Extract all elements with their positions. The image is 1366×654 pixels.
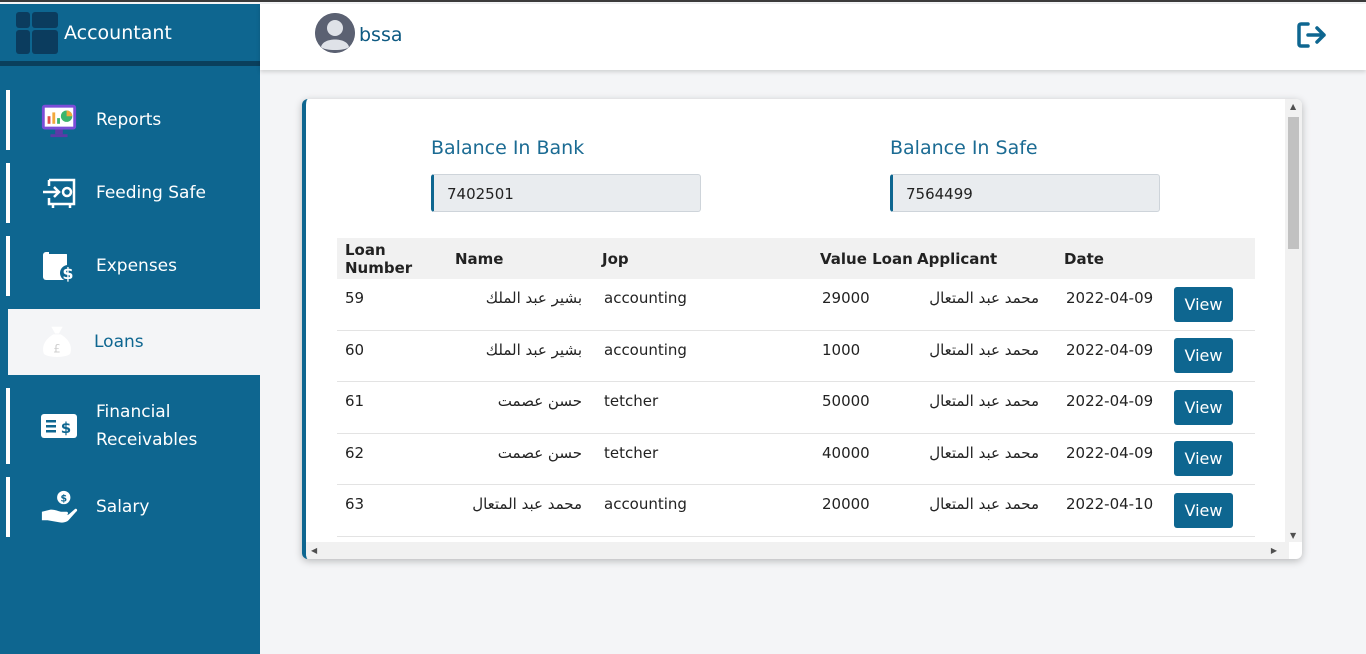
app-logo-icon <box>16 11 58 54</box>
loan-job: accounting <box>604 340 687 359</box>
reports-icon <box>40 101 78 139</box>
loan-applicant: محمد عبد المتعال <box>929 392 1039 411</box>
sidebar-item-label: Financial Receivables <box>96 402 198 450</box>
view-button[interactable]: View <box>1174 338 1233 374</box>
loan-number: 59 <box>345 289 365 308</box>
loans-table: Loan Number Name Jop Value Loan Applican… <box>337 238 1255 537</box>
sidebar-nav: Reports Feeding Safe $ Expenses £ Loans … <box>0 90 260 537</box>
view-button[interactable]: View <box>1174 441 1233 477</box>
loan-number: 61 <box>345 392 365 411</box>
view-button[interactable]: View <box>1174 492 1233 528</box>
loan-number: 63 <box>345 495 365 514</box>
balance-safe-label: Balance In Safe <box>890 137 1038 159</box>
sidebar-item-loans[interactable]: £ Loans <box>4 309 260 375</box>
loan-date: 2022-04-09 <box>1066 289 1154 308</box>
sidebar-item-label: Salary <box>96 497 150 517</box>
loan-value: 20000 <box>822 495 870 514</box>
sidebar-item-label: Feeding Safe <box>96 183 206 203</box>
loan-applicant: محمد عبد المتعال <box>929 289 1039 308</box>
loan-job: tetcher <box>604 443 659 462</box>
loans-card: Balance In Bank 7402501 Balance In Safe … <box>302 99 1302 559</box>
money-bag-icon: £ <box>38 323 76 361</box>
sidebar-item-salary[interactable]: $ Salary <box>6 477 260 537</box>
salary-hand-icon: $ <box>40 488 78 526</box>
loan-name: بشير عبد الملك <box>485 289 582 308</box>
loan-number: 62 <box>345 443 365 462</box>
table-row: 60 بشير عبد الملك accounting 1000 محمد ع… <box>337 331 1255 382</box>
column-header-date: Date <box>1064 249 1104 268</box>
avatar[interactable] <box>315 13 355 53</box>
logout-icon[interactable] <box>1296 21 1328 53</box>
loan-job: accounting <box>604 495 687 514</box>
balance-bank-field: 7402501 <box>431 174 701 212</box>
sidebar-item-label: Expenses <box>96 256 177 276</box>
vertical-scrollbar[interactable]: ▲ ▼ <box>1285 99 1302 542</box>
sidebar: Accountant Reports Feeding Safe $ Expens… <box>0 4 260 654</box>
sidebar-item-label: Reports <box>96 110 162 130</box>
loan-applicant: محمد عبد المتعال <box>929 340 1039 359</box>
scroll-up-icon[interactable]: ▲ <box>1290 102 1296 111</box>
table-header: Loan Number Name Jop Value Loan Applican… <box>337 238 1255 279</box>
table-row: 59 بشير عبد الملك accounting 29000 محمد … <box>337 279 1255 331</box>
loan-date: 2022-04-09 <box>1066 443 1154 462</box>
loan-date: 2022-04-09 <box>1066 340 1154 359</box>
loan-number: 60 <box>345 340 365 359</box>
sidebar-item-reports[interactable]: Reports <box>6 90 260 150</box>
sidebar-item-feeding-safe[interactable]: Feeding Safe <box>6 163 260 223</box>
receivables-icon: $ <box>40 407 78 445</box>
scroll-right-icon[interactable]: ▶ <box>1271 546 1277 555</box>
loan-name: محمد عبد المتعال <box>472 495 582 514</box>
safe-icon <box>40 174 78 212</box>
loan-value: 29000 <box>822 289 870 308</box>
balance-bank-label: Balance In Bank <box>431 137 585 159</box>
loan-job: tetcher <box>604 392 659 411</box>
svg-text:£: £ <box>53 341 60 355</box>
horizontal-scrollbar[interactable]: ◀ ▶ <box>306 542 1289 559</box>
loan-applicant: محمد عبد المتعال <box>929 443 1039 462</box>
sidebar-item-financial-receivables[interactable]: $ Financial Receivables <box>6 388 260 464</box>
column-header-loan-number: Loan Number <box>345 240 413 277</box>
svg-text:$: $ <box>60 493 67 504</box>
column-header-job: Jop <box>602 249 629 268</box>
table-row: 62 حسن عصمت tetcher 40000 محمد عبد المتع… <box>337 434 1255 485</box>
loan-date: 2022-04-09 <box>1066 392 1154 411</box>
svg-text:$: $ <box>62 264 73 283</box>
scrollbar-thumb[interactable] <box>1288 117 1299 249</box>
column-header-applicant: Applicant <box>917 249 998 268</box>
loan-value: 50000 <box>822 392 870 411</box>
app-title: Accountant <box>64 21 172 44</box>
scroll-down-icon[interactable]: ▼ <box>1290 531 1296 540</box>
sidebar-item-expenses[interactable]: $ Expenses <box>6 236 260 296</box>
loan-date: 2022-04-10 <box>1066 495 1154 514</box>
scroll-left-icon[interactable]: ◀ <box>311 546 317 555</box>
loan-name: حسن عصمت <box>497 392 582 411</box>
loan-name: بشير عبد الملك <box>485 340 582 359</box>
loan-job: accounting <box>604 289 687 308</box>
balance-safe-field: 7564499 <box>890 174 1160 212</box>
column-header-value-loan: Value Loan <box>820 249 913 268</box>
loan-applicant: محمد عبد المتعال <box>929 495 1039 514</box>
table-row: 63 محمد عبد المتعال accounting 20000 محم… <box>337 485 1255 537</box>
loan-value: 40000 <box>822 443 870 462</box>
view-button[interactable]: View <box>1174 389 1233 425</box>
svg-text:$: $ <box>61 419 71 437</box>
top-bar: bssa <box>260 4 1366 70</box>
username: bssa <box>359 24 403 46</box>
loan-name: حسن عصمت <box>497 443 582 462</box>
loan-value: 1000 <box>822 340 861 359</box>
brand: Accountant <box>0 4 260 66</box>
view-button[interactable]: View <box>1174 286 1233 322</box>
sidebar-item-label: Loans <box>94 332 144 352</box>
table-row: 61 حسن عصمت tetcher 50000 محمد عبد المتع… <box>337 382 1255 434</box>
column-header-name: Name <box>455 249 504 268</box>
expenses-icon: $ <box>40 247 78 285</box>
